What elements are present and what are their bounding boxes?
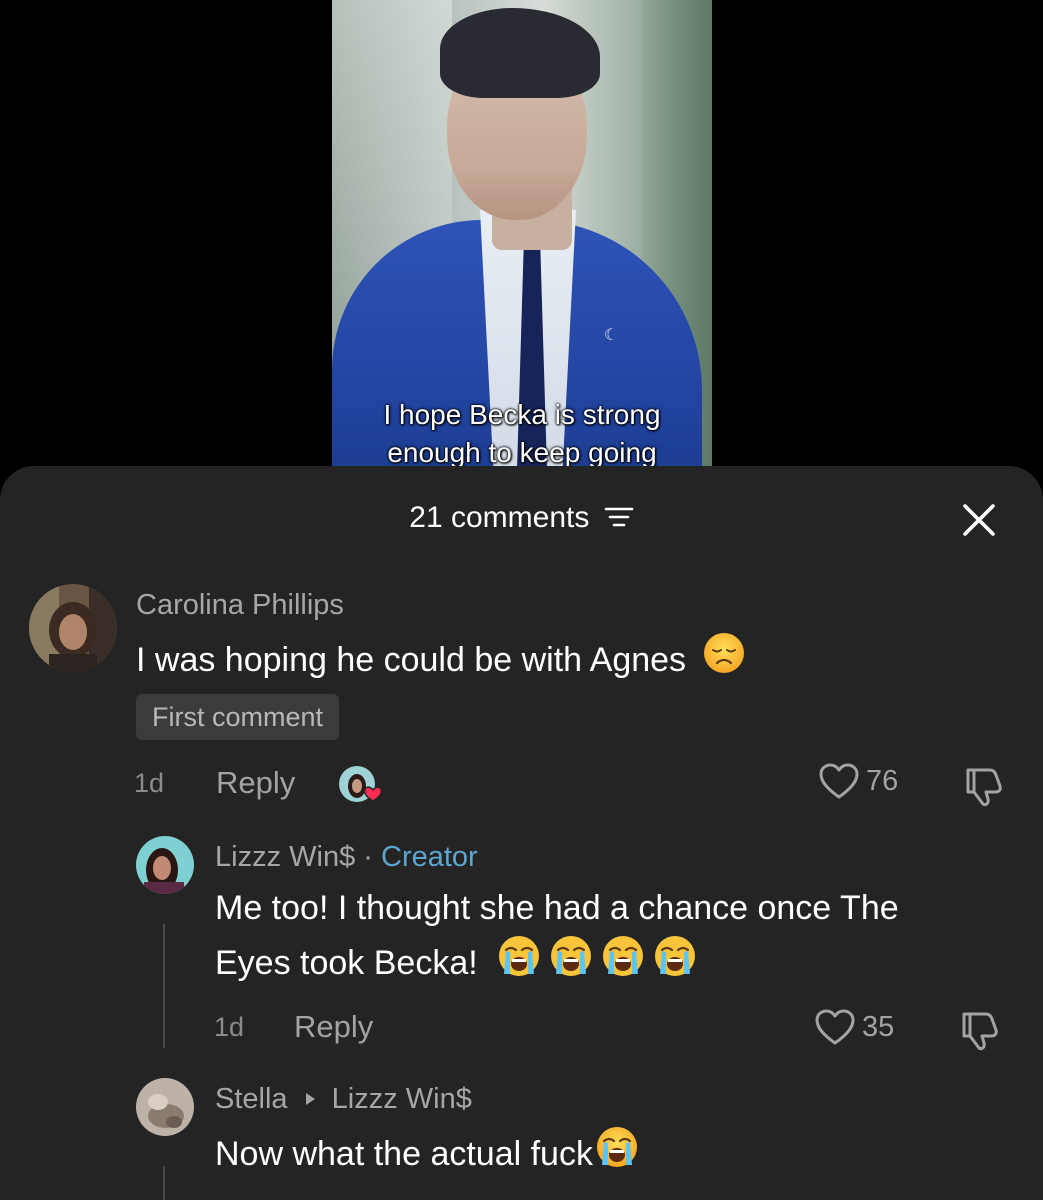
comment-text-body: I was hoping he could be with Agnes [136, 641, 687, 679]
reply-username-line: Stella Lizzz Win$ [215, 1082, 472, 1116]
reply-text-body: Now what the actual fuck [215, 1135, 593, 1173]
reply-button[interactable]: Reply [294, 1009, 373, 1045]
close-icon[interactable] [959, 500, 999, 540]
like-button[interactable]: 76 [818, 762, 898, 800]
avatar[interactable] [136, 1078, 194, 1136]
user-photo-icon [136, 836, 194, 894]
reply-text: Now what the actual fuck [215, 1125, 639, 1180]
reply-username[interactable]: Lizzz Win$ [215, 841, 355, 873]
heart-icon [819, 763, 859, 799]
user-photo-icon [29, 584, 117, 672]
loudly-crying-face-icon [596, 1127, 637, 1167]
loudly-crying-face-icon [551, 936, 592, 976]
like-button[interactable]: 35 [814, 1008, 894, 1046]
lapel-pin-icon: ☾ [604, 327, 619, 344]
dislike-icon[interactable] [962, 764, 1006, 808]
comments-sheet: 21 comments Carolina Phillips I was hopi… [0, 466, 1043, 1200]
user-photo-icon [136, 1078, 194, 1136]
like-count: 35 [862, 1010, 895, 1043]
like-count: 76 [866, 764, 899, 797]
comment-username[interactable]: Carolina Phillips [136, 588, 344, 622]
avatar[interactable] [136, 836, 194, 894]
comment-timestamp: 1d [134, 768, 165, 798]
hair [440, 8, 600, 98]
reply-username[interactable]: Stella [215, 1083, 288, 1115]
caption-line-2: enough to keep going [387, 437, 657, 468]
reply-timestamp: 1d [214, 1012, 245, 1042]
caption-line-1: I hope Becka is strong [383, 399, 661, 430]
avatar[interactable] [29, 584, 117, 672]
dislike-icon[interactable] [958, 1008, 1002, 1052]
comment-count-button[interactable]: 21 comments [0, 500, 1043, 536]
loudly-crying-face-icon [603, 936, 644, 976]
video-caption: I hope Becka is strong enough to keep go… [332, 396, 712, 470]
reply-to-username[interactable]: Lizzz Win$ [332, 1083, 472, 1115]
creator-liked-heart-icon [339, 766, 383, 802]
filter-icon[interactable] [604, 505, 634, 529]
first-comment-badge: First comment [136, 694, 340, 740]
video-preview[interactable]: ☾ I hope Becka is strong enough to keep … [332, 0, 712, 470]
comment-count-label: 21 comments [409, 501, 590, 534]
reply-username-line: Lizzz Win$ · Creator [215, 840, 478, 874]
reply-text-line-2: Eyes took Becka! [215, 944, 478, 982]
loudly-crying-face-icon [655, 936, 696, 976]
heart-icon [815, 1009, 855, 1045]
disappointed-face-icon [703, 633, 744, 673]
sheet-header: 21 comments [0, 466, 1043, 566]
crying-emoji-group [487, 936, 697, 982]
thread-line [163, 924, 165, 1048]
reply-arrow-icon [305, 1093, 315, 1105]
creator-tag: Creator [381, 841, 478, 873]
thread-line [163, 1166, 165, 1200]
separator-dot: · [363, 841, 373, 873]
creator-liked-avatar [337, 764, 385, 808]
comment-text: I was hoping he could be with Agnes [136, 631, 746, 686]
reply-text: Me too! I thought she had a chance once … [215, 883, 1015, 989]
loudly-crying-face-icon [499, 936, 540, 976]
screen: ☾ I hope Becka is strong enough to keep … [0, 0, 1043, 1200]
reply-button[interactable]: Reply [216, 765, 295, 801]
reply-text-line-1: Me too! I thought she had a chance once … [215, 889, 899, 927]
